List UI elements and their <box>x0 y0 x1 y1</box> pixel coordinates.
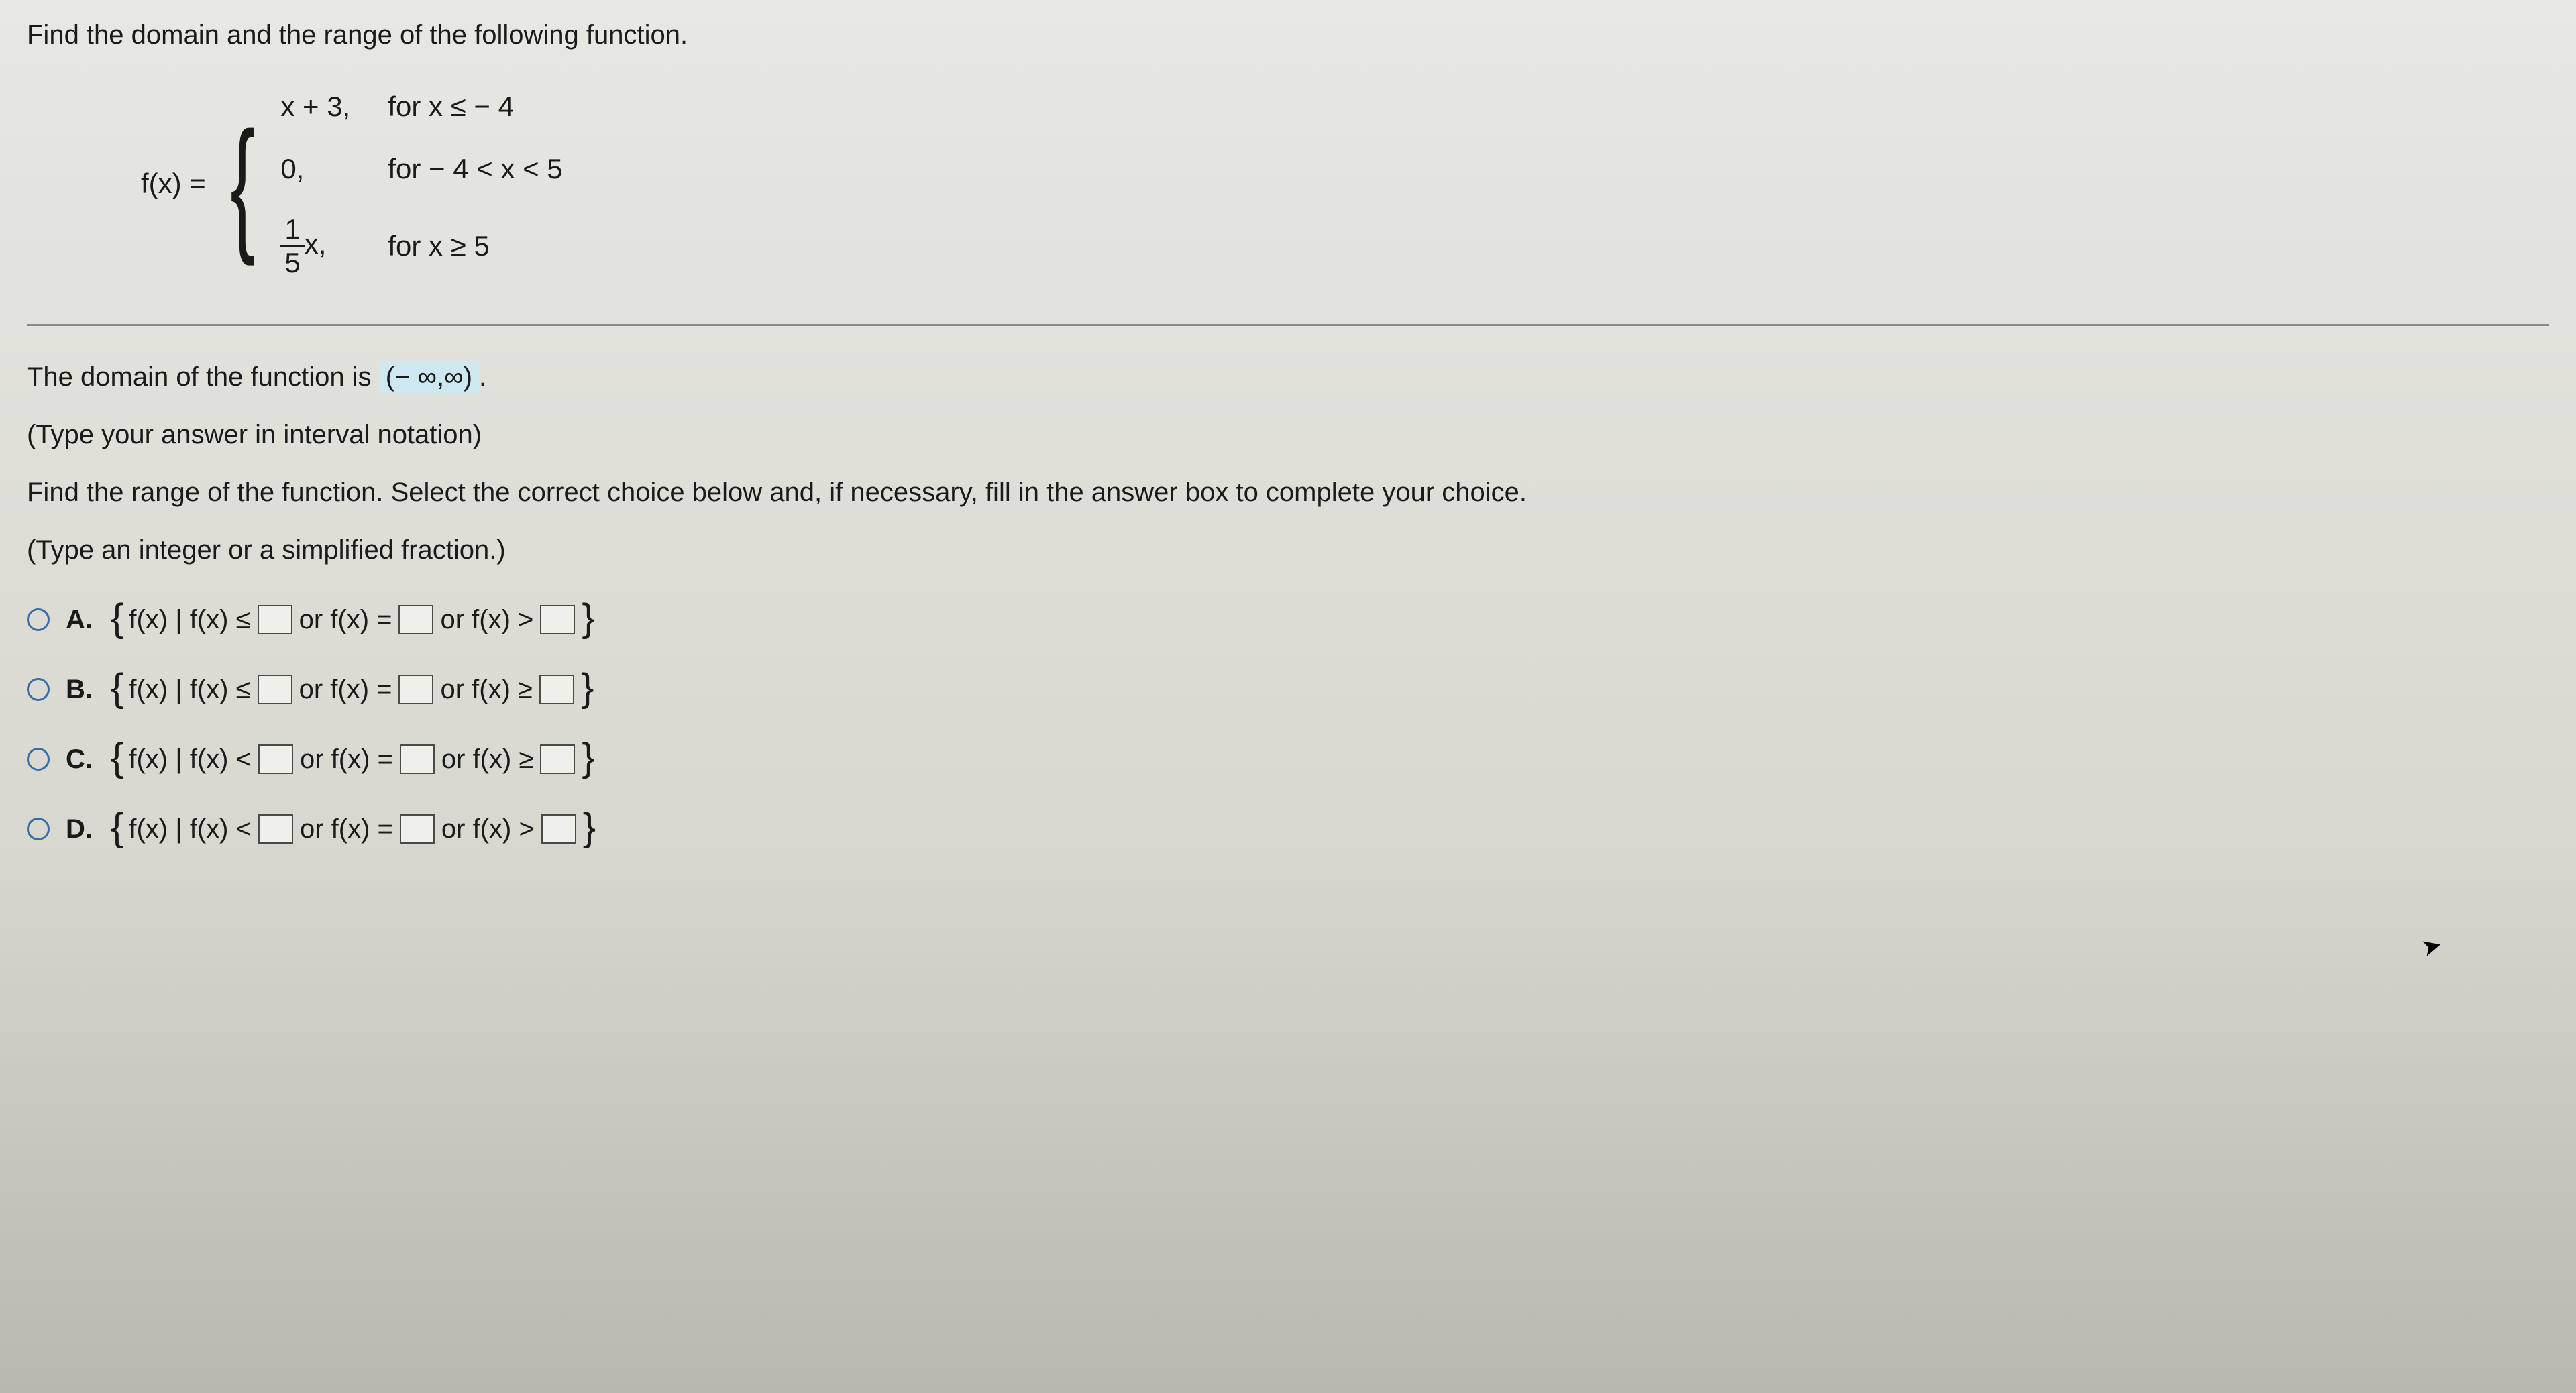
fraction-numerator: 1 <box>280 215 304 247</box>
choice-a-blank-2[interactable] <box>398 605 433 634</box>
piece-3: 1 5 x, for x ≥ 5 <box>280 215 562 277</box>
choice-d-blank-2[interactable] <box>400 814 435 844</box>
radio-a[interactable] <box>27 608 50 631</box>
radio-b[interactable] <box>27 678 50 701</box>
choice-a-or1: or f(x) = <box>299 596 392 644</box>
piece-1-cond: for x ≤ − 4 <box>388 91 514 123</box>
hint-interval: (Type your answer in interval notation) <box>27 410 2549 459</box>
choice-c-letter: C. <box>66 735 96 783</box>
range-prompt: Find the range of the function. Select t… <box>27 468 2549 516</box>
domain-suffix: . <box>479 362 486 392</box>
choice-a-p1: f(x) | f(x) ≤ <box>129 596 250 644</box>
choice-b-p1: f(x) | f(x) ≤ <box>129 665 250 714</box>
choice-d-p1: f(x) | f(x) < <box>129 805 252 853</box>
choice-c-blank-2[interactable] <box>400 744 435 774</box>
open-brace-icon: { <box>111 677 123 700</box>
function-definition: f(x) = { x + 3, for x ≤ − 4 0, for − 4 <… <box>141 91 2549 277</box>
choice-c-text: { f(x) | f(x) < or f(x) = or f(x) ≥ } <box>111 735 595 783</box>
choice-b-or2: or f(x) ≥ <box>440 665 533 714</box>
piece-1: x + 3, for x ≤ − 4 <box>280 91 562 123</box>
piecewise-list: x + 3, for x ≤ − 4 0, for − 4 < x < 5 1 … <box>280 91 562 277</box>
choice-b-or1: or f(x) = <box>299 665 392 714</box>
choice-b-blank-1[interactable] <box>258 675 292 704</box>
choice-b-blank-3[interactable] <box>539 675 574 704</box>
instruction-text: Find the domain and the range of the fol… <box>27 20 2549 50</box>
choice-b[interactable]: B. { f(x) | f(x) ≤ or f(x) = or f(x) ≥ } <box>27 665 2549 714</box>
answer-section: The domain of the function is (− ∞,∞). (… <box>27 353 2549 853</box>
radio-d[interactable] <box>27 818 50 840</box>
choice-d-blank-3[interactable] <box>541 814 576 844</box>
choice-d-text: { f(x) | f(x) < or f(x) = or f(x) > } <box>111 805 596 853</box>
choice-d-blank-1[interactable] <box>258 814 293 844</box>
choice-a-or2: or f(x) > <box>440 596 533 644</box>
close-brace-icon: } <box>582 746 594 770</box>
mouse-cursor-icon: ➤ <box>2418 930 2445 962</box>
piece-1-expr: x + 3, <box>280 91 388 123</box>
choice-list: A. { f(x) | f(x) ≤ or f(x) = or f(x) > }… <box>27 596 2549 853</box>
choice-d-letter: D. <box>66 805 96 853</box>
piecewise-brace: { <box>230 125 255 243</box>
open-brace-icon: { <box>111 746 123 770</box>
choice-c-blank-3[interactable] <box>540 744 575 774</box>
section-divider <box>27 324 2549 326</box>
close-brace-icon: } <box>582 607 594 630</box>
piece-3-expr: 1 5 x, <box>280 215 388 277</box>
choice-d-or1: or f(x) = <box>300 805 393 853</box>
fraction-denominator: 5 <box>280 247 304 277</box>
function-label: f(x) = <box>141 168 206 200</box>
choice-d[interactable]: D. { f(x) | f(x) < or f(x) = or f(x) > } <box>27 805 2549 853</box>
hint-fraction: (Type an integer or a simplified fractio… <box>27 526 2549 574</box>
choice-d-or2: or f(x) > <box>441 805 535 853</box>
choice-c[interactable]: C. { f(x) | f(x) < or f(x) = or f(x) ≥ } <box>27 735 2549 783</box>
choice-c-or1: or f(x) = <box>300 735 393 783</box>
choice-a[interactable]: A. { f(x) | f(x) ≤ or f(x) = or f(x) > } <box>27 596 2549 644</box>
choice-c-or2: or f(x) ≥ <box>441 735 534 783</box>
piece-2-cond: for − 4 < x < 5 <box>388 153 562 185</box>
piece-3-cond: for x ≥ 5 <box>388 230 489 262</box>
piece-3-tail: x, <box>305 228 327 260</box>
choice-c-blank-1[interactable] <box>258 744 293 774</box>
choice-b-text: { f(x) | f(x) ≤ or f(x) = or f(x) ≥ } <box>111 665 594 714</box>
choice-a-letter: A. <box>66 596 96 644</box>
open-brace-icon: { <box>111 607 123 630</box>
close-brace-icon: } <box>583 816 596 840</box>
choice-a-text: { f(x) | f(x) ≤ or f(x) = or f(x) > } <box>111 596 595 644</box>
close-brace-icon: } <box>581 677 594 700</box>
domain-line: The domain of the function is (− ∞,∞). <box>27 353 2549 401</box>
choice-b-blank-2[interactable] <box>398 675 433 704</box>
piece-2: 0, for − 4 < x < 5 <box>280 153 562 185</box>
choice-a-blank-1[interactable] <box>258 605 292 634</box>
choice-c-p1: f(x) | f(x) < <box>129 735 252 783</box>
open-brace-icon: { <box>111 816 123 840</box>
domain-prefix: The domain of the function is <box>27 362 379 392</box>
choice-b-letter: B. <box>66 665 96 714</box>
radio-c[interactable] <box>27 748 50 771</box>
choice-a-blank-3[interactable] <box>540 605 575 634</box>
piece-2-expr: 0, <box>280 153 388 185</box>
fraction-icon: 1 5 <box>280 215 304 277</box>
domain-answer[interactable]: (− ∞,∞) <box>379 361 479 393</box>
